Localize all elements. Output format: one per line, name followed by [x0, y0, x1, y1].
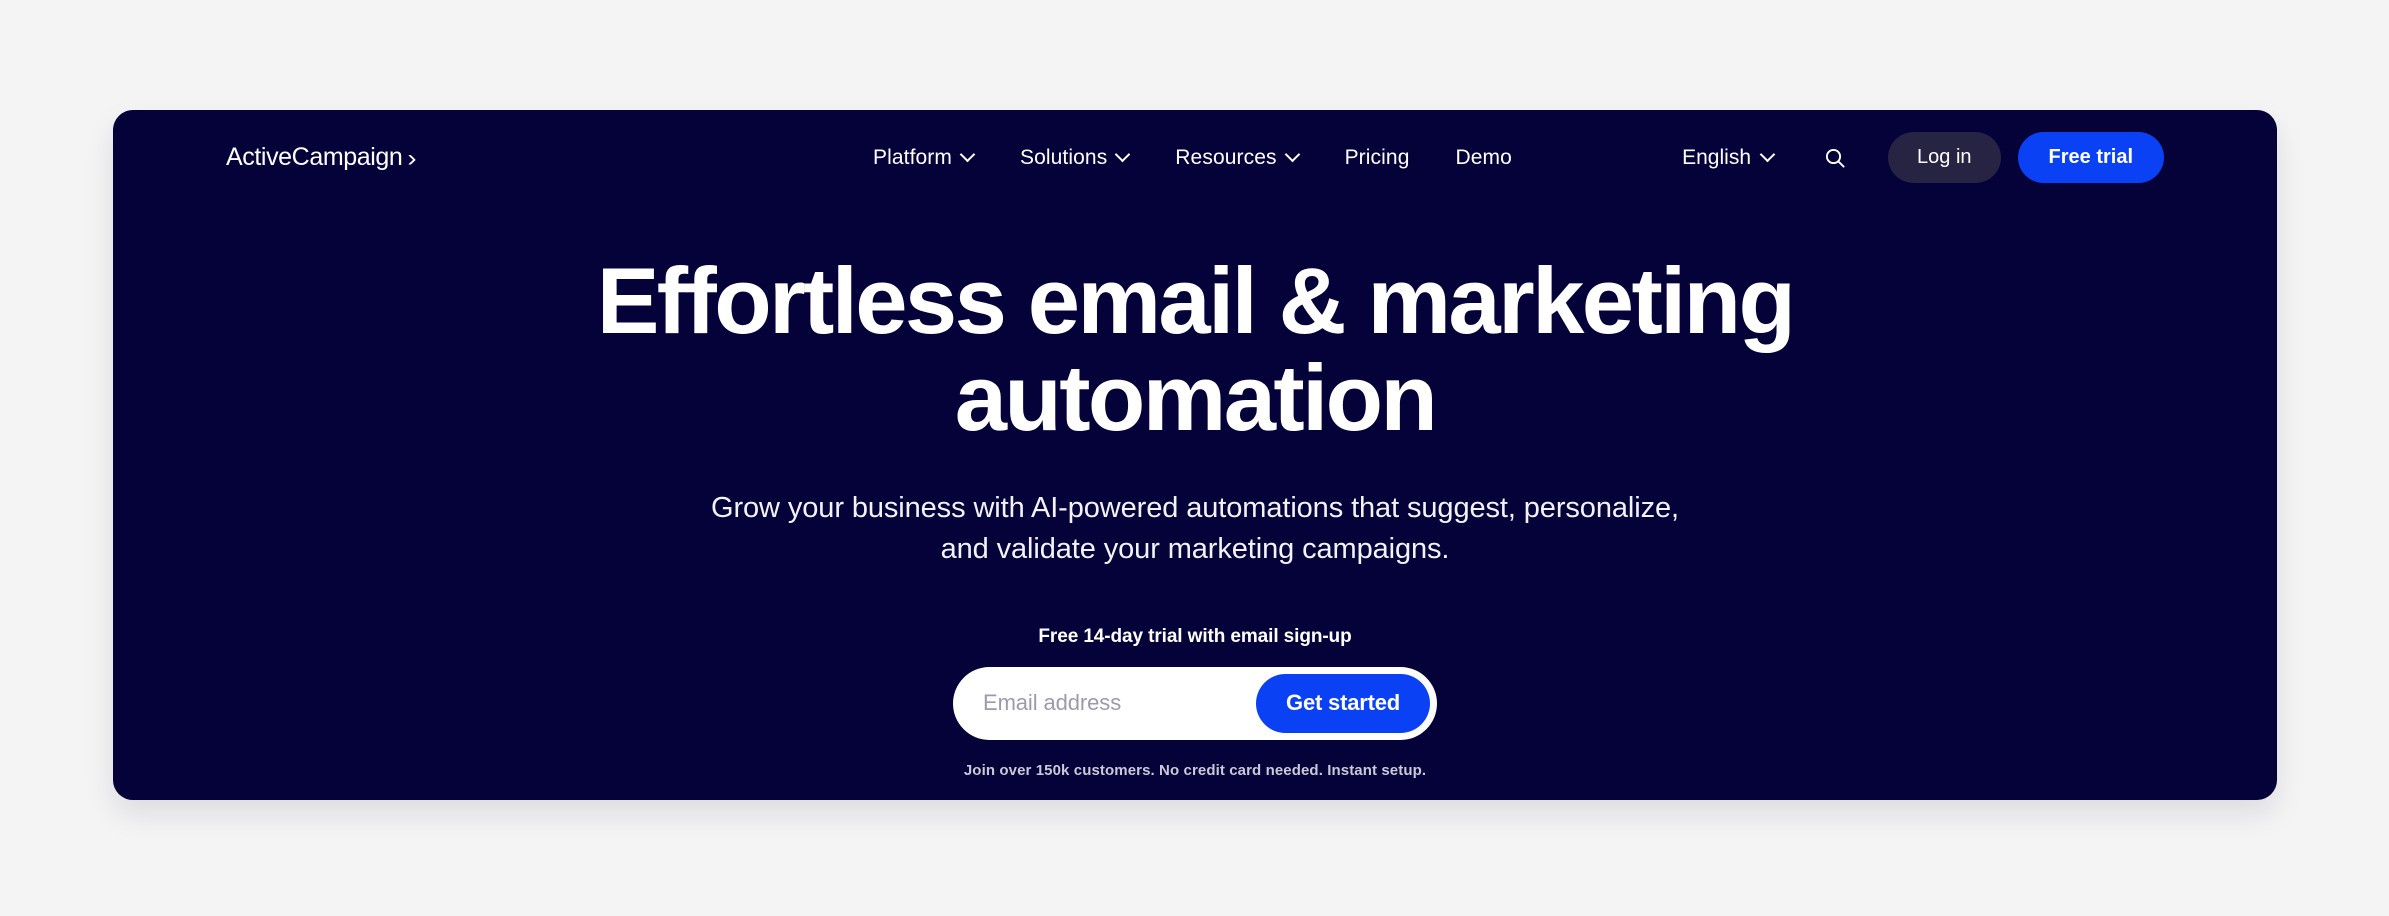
chevron-down-icon	[1286, 149, 1299, 162]
free-trial-button[interactable]: Free trial	[2017, 132, 2164, 183]
chevron-down-icon	[1116, 149, 1129, 162]
nav-item-platform[interactable]: Platform	[873, 146, 974, 170]
hero-subtitle-line-2: and validate your marketing campaigns.	[940, 532, 1450, 565]
hero-subtitle: Grow your business with AI-powered autom…	[711, 488, 1679, 570]
nav-item-pricing[interactable]: Pricing	[1345, 146, 1410, 170]
nav-item-label: Solutions	[1020, 145, 1108, 169]
search-button[interactable]	[1818, 141, 1852, 175]
main-navigation: Platform Solutions Resources Pricing Dem…	[873, 146, 1512, 170]
nav-item-solutions[interactable]: Solutions	[1020, 146, 1129, 170]
page-root: ActiveCampaign › Platform Solutions Reso…	[0, 0, 2389, 916]
hero-panel: ActiveCampaign › Platform Solutions Reso…	[113, 110, 2277, 800]
get-started-button[interactable]: Get started	[1256, 673, 1430, 733]
search-icon	[1825, 148, 1845, 168]
brand-logo[interactable]: ActiveCampaign ›	[226, 143, 417, 172]
hero-title-line-1: Effortless email & marketing	[596, 248, 1796, 353]
nav-item-demo[interactable]: Demo	[1455, 146, 1511, 170]
hero-content: Effortless email & marketing automation …	[113, 252, 2277, 779]
language-label: English	[1682, 145, 1752, 169]
brand-chevron-icon: ›	[407, 145, 417, 172]
hero-subtitle-line-1: Grow your business with AI-powered autom…	[711, 491, 1679, 524]
header-actions: English Log in Free trial	[1682, 132, 2164, 183]
email-input[interactable]	[953, 666, 1257, 740]
nav-item-label: Pricing	[1344, 145, 1410, 169]
page-title: Effortless email & marketing automation	[597, 252, 1796, 450]
site-header: ActiveCampaign › Platform Solutions Reso…	[113, 110, 2277, 205]
chevron-down-icon	[1761, 149, 1774, 162]
language-selector[interactable]: English	[1682, 146, 1774, 170]
signup-form: Get started	[953, 666, 1437, 740]
chevron-down-icon	[961, 149, 974, 162]
login-button[interactable]: Log in	[1888, 132, 2001, 183]
trial-note: Free 14-day trial with email sign-up	[1038, 625, 1352, 647]
hero-title-line-2: automation	[954, 344, 1438, 450]
nav-item-label: Resources	[1175, 145, 1277, 169]
form-note: Join over 150k customers. No credit card…	[963, 761, 1427, 779]
nav-item-label: Platform	[873, 145, 952, 169]
nav-item-resources[interactable]: Resources	[1175, 146, 1298, 170]
brand-name: ActiveCampaign	[226, 143, 403, 171]
nav-item-label: Demo	[1455, 145, 1512, 169]
